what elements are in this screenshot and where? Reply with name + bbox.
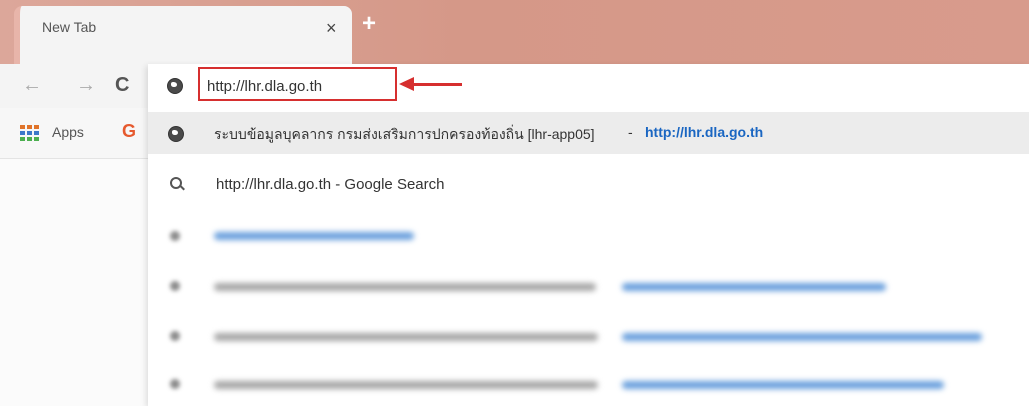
annotation-highlight-box bbox=[198, 67, 397, 101]
suggestion-url: http://lhr.dla.go.th bbox=[645, 124, 764, 140]
close-icon[interactable]: × bbox=[326, 18, 337, 39]
google-icon[interactable]: G bbox=[122, 121, 136, 142]
blurred-text bbox=[214, 333, 598, 341]
globe-icon bbox=[170, 379, 180, 389]
globe-icon bbox=[167, 78, 183, 94]
annotation-arrow-line bbox=[412, 83, 462, 86]
suggestion-title: ระบบข้อมูลบุคลากร กรมส่งเสริมการปกครองท้… bbox=[214, 126, 595, 142]
blurred-text bbox=[214, 381, 598, 389]
blurred-text bbox=[622, 333, 982, 341]
tab-new-tab[interactable]: New Tab × bbox=[14, 6, 352, 64]
globe-icon bbox=[170, 331, 180, 341]
blurred-text bbox=[214, 283, 596, 291]
suggestion-search-text: http://lhr.dla.go.th - Google Search bbox=[216, 176, 445, 193]
blurred-text bbox=[622, 283, 886, 291]
back-button[interactable]: ← bbox=[22, 74, 42, 97]
forward-button[interactable]: → bbox=[76, 74, 96, 97]
tab-title: New Tab bbox=[42, 19, 97, 35]
globe-icon bbox=[170, 231, 180, 241]
blurred-text bbox=[622, 381, 944, 389]
suggestion-separator: - bbox=[628, 124, 633, 140]
apps-grid-icon[interactable] bbox=[20, 125, 39, 141]
blurred-text bbox=[214, 232, 414, 240]
globe-icon bbox=[170, 281, 180, 291]
bookmark-apps[interactable]: Apps bbox=[52, 124, 84, 140]
search-icon bbox=[170, 177, 182, 189]
globe-icon bbox=[168, 126, 184, 142]
annotation-arrow-icon bbox=[399, 77, 414, 91]
new-tab-button[interactable]: + bbox=[362, 10, 376, 38]
reload-button[interactable]: C bbox=[115, 74, 129, 97]
